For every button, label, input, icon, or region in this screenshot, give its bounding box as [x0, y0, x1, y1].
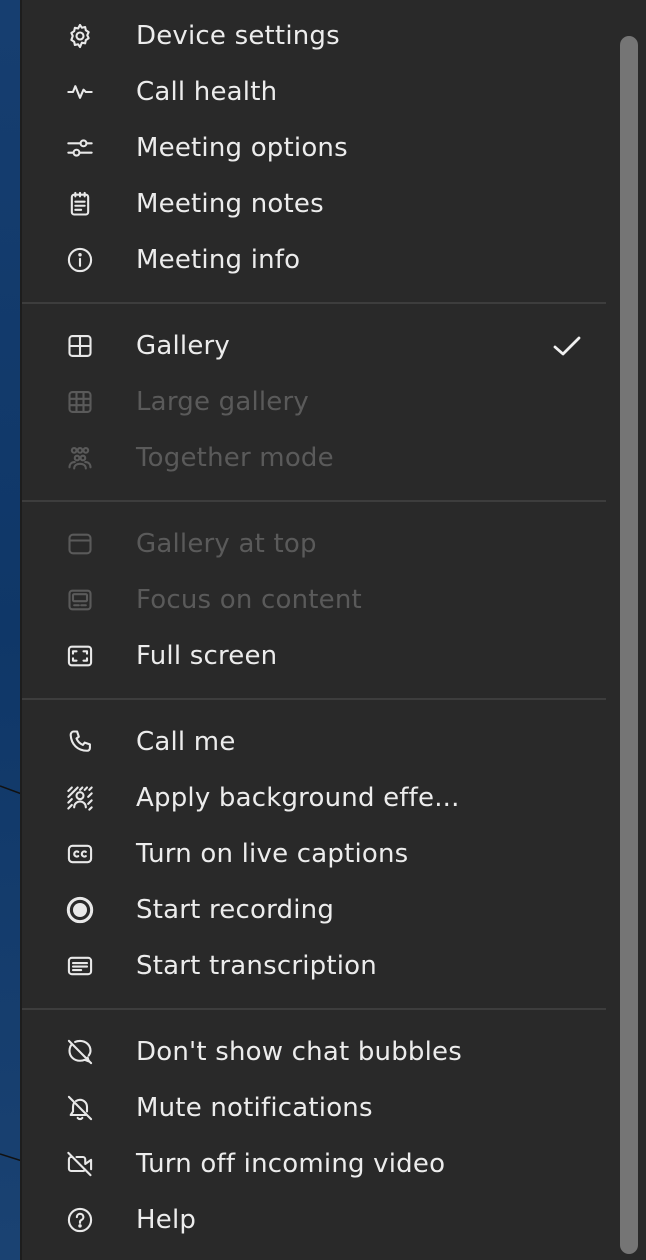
grid-3x3-icon — [66, 388, 94, 416]
menu-item-large-gallery: Large gallery — [22, 374, 606, 430]
menu-item-label: Mute notifications — [136, 1093, 373, 1123]
menu-item-background-effects[interactable]: Apply background effe... — [22, 770, 606, 826]
menu-item-live-captions[interactable]: Turn on live captions — [22, 826, 606, 882]
menu-item-call-health[interactable]: Call health — [22, 64, 606, 120]
menu-item-label: Don't show chat bubbles — [136, 1037, 462, 1067]
menu-item-label: Meeting info — [136, 245, 301, 275]
bell-off-icon — [66, 1094, 94, 1122]
menu-item-label: Help — [136, 1205, 197, 1235]
menu-item-full-screen[interactable]: Full screen — [22, 628, 606, 684]
menu-item-label: Call me — [136, 727, 236, 757]
menu-item-label: Together mode — [136, 443, 334, 473]
menu-item-label: Start transcription — [136, 951, 377, 981]
menu-item-meeting-notes[interactable]: Meeting notes — [22, 176, 606, 232]
menu-item-label: Turn on live captions — [136, 839, 409, 869]
menu-item-together-mode: Together mode — [22, 430, 606, 486]
desktop-background — [0, 0, 22, 1260]
menu-divider — [22, 500, 606, 502]
menu-item-call-me[interactable]: Call me — [22, 714, 606, 770]
menu-item-label: Gallery — [136, 331, 230, 361]
more-actions-menu: Device settings Call health Meeting opti… — [22, 0, 646, 1260]
menu-divider — [22, 698, 606, 700]
people-group-icon — [66, 444, 94, 472]
content-focus-icon — [66, 586, 94, 614]
background-effects-icon — [66, 784, 94, 812]
menu-item-meeting-options[interactable]: Meeting options — [22, 120, 606, 176]
menu-item-help[interactable]: Help — [22, 1192, 606, 1248]
menu-item-label: Full screen — [136, 641, 278, 671]
info-icon — [66, 246, 94, 274]
menu-item-focus-on-content: Focus on content — [22, 572, 606, 628]
captions-icon — [66, 840, 94, 868]
panel-top-icon — [66, 530, 94, 558]
menu-item-meeting-info[interactable]: Meeting info — [22, 232, 606, 288]
notes-icon — [66, 190, 94, 218]
menu-item-label: Meeting options — [136, 133, 348, 163]
checkmark-icon — [552, 332, 582, 360]
menu-item-incoming-video[interactable]: Turn off incoming video — [22, 1136, 606, 1192]
menu-item-label: Meeting notes — [136, 189, 324, 219]
menu-item-label: Gallery at top — [136, 529, 317, 559]
menu-divider — [22, 302, 606, 304]
menu-item-label: Device settings — [136, 21, 340, 51]
menu-item-device-settings[interactable]: Device settings — [22, 8, 606, 64]
menu-divider — [22, 1008, 606, 1010]
menu-item-label: Apply background effe... — [136, 783, 460, 813]
grid-2x2-icon — [66, 332, 94, 360]
menu-item-label: Call health — [136, 77, 278, 107]
transcript-icon — [66, 952, 94, 980]
chat-off-icon — [66, 1038, 94, 1066]
menu-item-label: Large gallery — [136, 387, 309, 417]
sliders-icon — [66, 134, 94, 162]
fullscreen-icon — [66, 642, 94, 670]
menu-item-start-recording[interactable]: Start recording — [22, 882, 606, 938]
menu-item-mute-notifications[interactable]: Mute notifications — [22, 1080, 606, 1136]
menu-item-label: Turn off incoming video — [136, 1149, 446, 1179]
menu-item-label: Start recording — [136, 895, 335, 925]
pulse-icon — [66, 78, 94, 106]
record-icon — [66, 896, 94, 924]
gear-icon — [66, 22, 94, 50]
phone-icon — [66, 728, 94, 756]
menu-item-chat-bubbles[interactable]: Don't show chat bubbles — [22, 1024, 606, 1080]
menu-item-gallery[interactable]: Gallery — [22, 318, 606, 374]
help-icon — [66, 1206, 94, 1234]
scrollbar[interactable] — [620, 36, 638, 1254]
video-off-icon — [66, 1150, 94, 1178]
menu-item-gallery-at-top: Gallery at top — [22, 516, 606, 572]
menu-item-label: Focus on content — [136, 585, 362, 615]
menu-item-start-transcription[interactable]: Start transcription — [22, 938, 606, 994]
